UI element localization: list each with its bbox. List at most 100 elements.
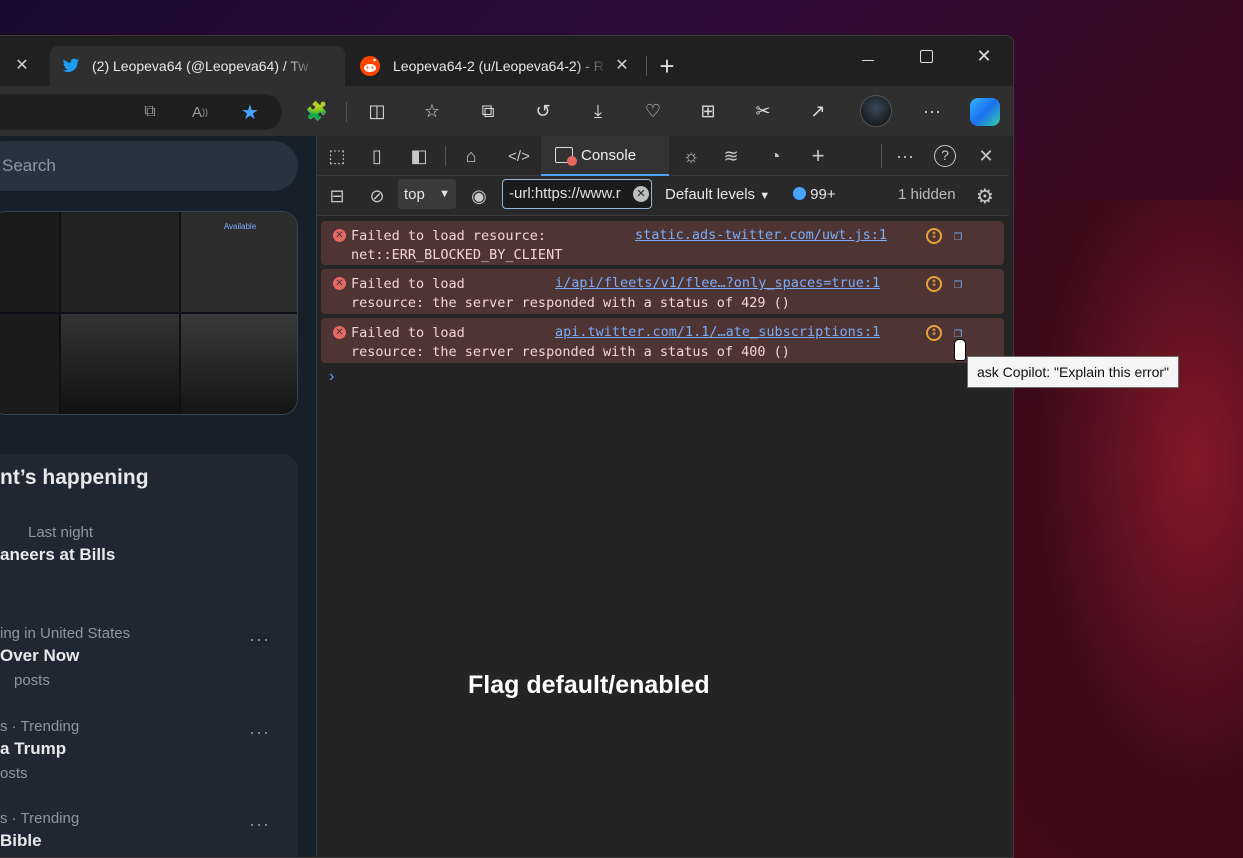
browser-essentials-icon[interactable]: ♡ (637, 95, 669, 127)
console-tab-label: Console (581, 146, 637, 164)
message-source-link[interactable]: static.ads-twitter.com/uwt.js:1 (635, 227, 887, 243)
maximize-icon (919, 49, 933, 63)
profile-avatar[interactable] (860, 95, 892, 127)
inspect-element-icon[interactable]: ⬚ (323, 142, 351, 170)
media-preview[interactable]: Available (0, 211, 298, 415)
device-emulation-icon[interactable]: ▯ (363, 142, 391, 170)
close-devtools-icon[interactable]: ✕ (972, 142, 1000, 170)
performance-gauge-icon[interactable]: ◔ (761, 142, 789, 170)
trend-name: aneers at Bills (0, 545, 116, 564)
trend-meta: ing in United States (0, 625, 131, 642)
console-settings-gear-icon[interactable]: ⚙ (971, 182, 999, 210)
elements-code-icon[interactable]: </> (505, 142, 533, 170)
downloads-icon[interactable]: ⤓ (582, 95, 614, 127)
copilot-explain-icon[interactable]: ❐ (950, 228, 966, 244)
toolbar-divider (346, 102, 347, 122)
mouse-cursor-icon (954, 339, 966, 361)
close-icon[interactable]: ✕ (612, 56, 632, 76)
network-wifi-icon[interactable]: ≋ (717, 142, 745, 170)
console-error-message[interactable]: ✕ Failed to load resource: the server re… (321, 318, 1004, 363)
trend-item[interactable]: s · Trending a Trump osts ··· (0, 718, 290, 782)
minimize-button[interactable] (852, 44, 884, 76)
trend-item[interactable]: ing in United States Over Now posts ··· (0, 625, 290, 689)
more-icon[interactable]: ··· (249, 814, 270, 835)
trend-meta: Last night (28, 524, 94, 541)
tab-twitter[interactable]: (2) Leopeva64 (@Leopeva64) / Tw (50, 46, 345, 86)
dock-side-icon[interactable]: ◧ (405, 142, 433, 170)
issues-counter[interactable]: 99+ (793, 186, 836, 203)
search-issue-icon[interactable]: ↕ (926, 228, 942, 244)
tab-reddit[interactable]: Leopeva64-2 (u/Leopeva64-2) - R ✕ (357, 46, 642, 86)
help-icon[interactable]: ? (931, 142, 959, 170)
sources-bug-icon[interactable]: ☼ (677, 142, 705, 170)
levels-label: Default levels (665, 186, 756, 203)
window-close-button[interactable]: ✕ (968, 40, 1000, 72)
console-prompt[interactable]: › (329, 368, 334, 386)
split-screen-icon[interactable]: ◫ (361, 95, 393, 127)
console-filter-input[interactable]: -url:https://www.r ✕ (502, 179, 652, 209)
more-tools-plus-icon[interactable]: + (804, 142, 832, 170)
devtools-panel: ⬚ ▯ ◧ ⌂ </> Console ☼ ≋ ◔ + ··· ? ✕ ⊟ ⊘ … (316, 136, 1013, 857)
media-thumbnail (0, 212, 59, 312)
copilot-explain-icon[interactable]: ❐ (950, 276, 966, 292)
console-error-message[interactable]: ✕ Failed to load resource: the server re… (321, 269, 1004, 314)
tab-strip: ✕ (2) Leopeva64 (@Leopeva64) / Tw Leopev… (0, 36, 1013, 86)
media-thumbnail (61, 212, 179, 312)
twitter-bird-icon (62, 58, 80, 73)
tab-console[interactable]: Console (541, 136, 669, 176)
devtools-divider (445, 146, 446, 166)
tab-previous-edge[interactable]: ✕ (0, 46, 40, 86)
search-input[interactable]: Search (0, 141, 298, 191)
devtools-tab-bar: ⬚ ▯ ◧ ⌂ </> Console ☼ ≋ ◔ + ··· ? ✕ (317, 136, 1009, 176)
message-source-link[interactable]: i/api/fleets/v1/flee…?only_spaces=true:1 (555, 275, 880, 291)
welcome-home-icon[interactable]: ⌂ (457, 142, 485, 170)
media-thumbnail (0, 314, 59, 414)
trend-item[interactable]: s · Trending Bible ··· (0, 810, 290, 851)
live-expression-eye-icon[interactable]: ◉ (465, 182, 493, 210)
share-icon[interactable]: ↗ (802, 95, 834, 127)
tab-title: Leopeva64-2 (u/Leopeva64-2) - R (393, 58, 604, 74)
filter-value: -url:https://www.r (509, 185, 621, 202)
clear-console-icon[interactable]: ⊘ (363, 182, 391, 210)
chevron-down-icon: ▼ (759, 190, 771, 202)
apps-icon[interactable]: ⊞ (692, 95, 724, 127)
hidden-count: 1 hidden (898, 186, 956, 203)
trend-posts: posts (14, 672, 50, 689)
search-placeholder: Search (2, 156, 56, 175)
customize-more-icon[interactable]: ··· (891, 142, 919, 170)
trend-meta: s · Trending (0, 718, 80, 735)
error-icon: ✕ (333, 326, 346, 339)
new-tab-button[interactable]: + (651, 50, 683, 82)
message-source-link[interactable]: api.twitter.com/1.1/…ate_subscriptions:1 (555, 324, 880, 340)
message-text: Failed to load resource: net::ERR_BLOCKE… (351, 228, 563, 263)
trend-name: Over Now (0, 646, 80, 665)
reddit-icon (360, 56, 380, 76)
search-issue-icon[interactable]: ↕ (926, 276, 942, 292)
copilot-icon[interactable] (970, 98, 1000, 126)
open-in-app-icon[interactable]: ⧉ (134, 96, 166, 128)
default-levels-dropdown[interactable]: Default levels ▼ (665, 186, 770, 203)
screenshot-icon[interactable]: ✂ (747, 95, 779, 127)
context-selector[interactable]: top ▼ (398, 179, 456, 209)
more-icon[interactable]: ··· (249, 722, 270, 743)
error-icon: ✕ (333, 229, 346, 242)
read-aloud-icon[interactable]: A)) (184, 96, 216, 128)
more-options-icon[interactable]: ··· (916, 95, 948, 127)
issues-chat-icon (793, 187, 806, 200)
history-icon[interactable]: ↺ (527, 95, 559, 127)
panel-title: nt’s happening (0, 466, 149, 489)
maximize-button[interactable] (910, 40, 942, 72)
more-icon[interactable]: ··· (249, 629, 270, 650)
address-bar[interactable]: ⧉ A)) ★ (0, 94, 282, 130)
sidebar-toggle-icon[interactable]: ⊟ (323, 182, 351, 210)
close-icon[interactable]: ✕ (12, 56, 32, 76)
collections-icon[interactable]: ⧉ (472, 95, 504, 127)
favorites-icon[interactable]: ☆ (416, 95, 448, 127)
search-issue-icon[interactable]: ↕ (926, 325, 942, 341)
trend-item[interactable]: Last night aneers at Bills (0, 524, 290, 565)
console-error-message[interactable]: ✕ Failed to load resource: net::ERR_BLOC… (321, 221, 1004, 265)
clear-filter-icon[interactable]: ✕ (633, 186, 649, 202)
web-page: Search Available nt’s happening Last nig… (0, 136, 316, 857)
extensions-icon[interactable]: 🧩 (301, 95, 333, 127)
favorite-star-icon[interactable]: ★ (234, 96, 266, 128)
